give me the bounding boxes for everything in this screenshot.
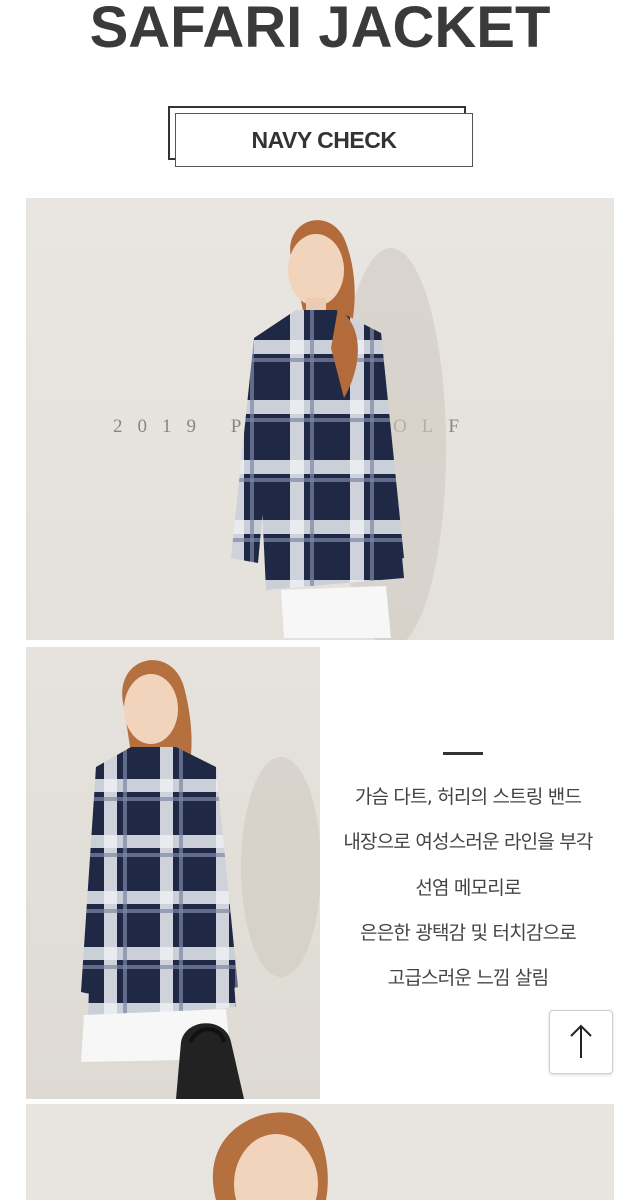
arrow-up-icon xyxy=(570,1024,592,1058)
description-line: 은은한 광택감 및 터치감으로 xyxy=(360,922,577,944)
description-line: 선염 메모리로 xyxy=(415,877,521,899)
page-title: SAFARI JACKET xyxy=(89,0,551,60)
description-line: 고급스러운 느낌 살림 xyxy=(387,967,549,989)
product-photo-main: 2019 PUMA GOLF xyxy=(26,198,614,640)
model-illustration-3 xyxy=(212,1112,328,1200)
scroll-to-top-button[interactable] xyxy=(549,1010,613,1074)
badge-label: NAVY CHECK xyxy=(251,126,397,153)
product-photo-secondary xyxy=(26,647,320,1099)
product-photo-third xyxy=(26,1104,614,1200)
badge-frame: NAVY CHECK xyxy=(175,113,473,167)
description-line: 내장으로 여성스러운 라인을 부각 xyxy=(343,831,593,853)
description-divider xyxy=(443,752,483,755)
model-illustration xyxy=(231,220,446,640)
description-line: 가슴 다트, 허리의 스트링 밴드 xyxy=(354,786,582,808)
model-illustration-2 xyxy=(81,660,320,1099)
color-badge: NAVY CHECK xyxy=(168,106,474,168)
